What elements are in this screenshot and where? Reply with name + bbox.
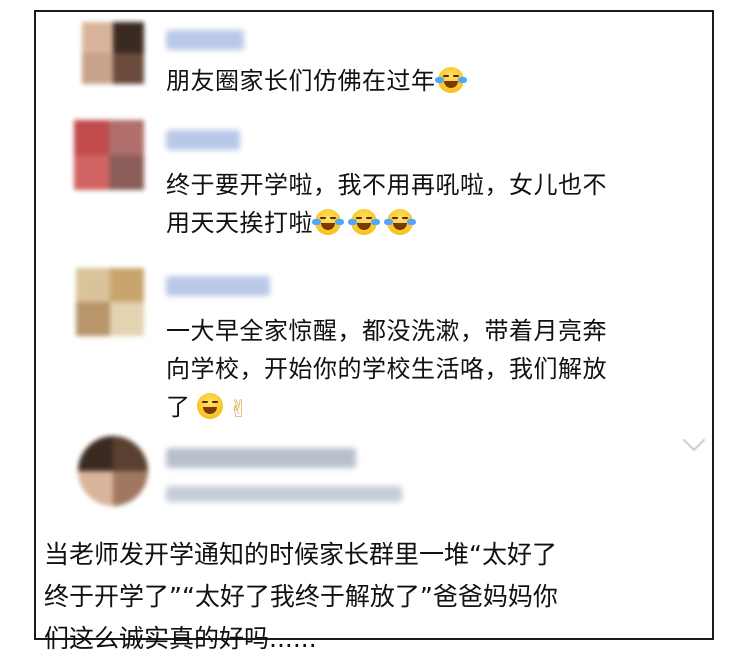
victory-hand-icon: ✌ bbox=[228, 395, 250, 423]
caption-line-1: 当老师发开学通知的时候家长群里一堆“太好了 bbox=[44, 540, 557, 569]
post-caption: 当老师发开学通知的时候家长群里一堆“太好了 终于开学了”“太好了我终于解放了”爸… bbox=[44, 534, 674, 660]
blurred-author-name[interactable] bbox=[166, 448, 356, 468]
caption-line-2: 终于开学了”“太好了我终于解放了”爸爸妈妈你 bbox=[44, 582, 558, 611]
blurred-nickname[interactable] bbox=[166, 130, 240, 150]
comment-2-line-1: 终于要开学啦，我不用再吼啦，女儿也不 bbox=[166, 171, 607, 199]
comment-3-line-2: 向学校，开始你的学校生活咯，我们解放 bbox=[166, 355, 607, 383]
comment-3-line-3: 了 bbox=[166, 393, 191, 421]
laughing-tears-icon bbox=[312, 209, 344, 235]
blurred-nickname[interactable] bbox=[166, 30, 244, 50]
comment-2-line-2: 用天天挨打啦 bbox=[166, 209, 313, 237]
blurred-post-meta bbox=[166, 486, 402, 502]
comment-text: 朋友圈家长们仿佛在过年 bbox=[166, 62, 467, 100]
comment-1-text: 朋友圈家长们仿佛在过年 bbox=[166, 67, 436, 95]
avatar[interactable] bbox=[82, 22, 144, 84]
blurred-nickname[interactable] bbox=[166, 276, 270, 296]
comment-3-line-1: 一大早全家惊醒，都没洗漱，带着月亮奔 bbox=[166, 317, 607, 345]
comment-text: 一大早全家惊醒，都没洗漱，带着月亮奔 向学校，开始你的学校生活咯，我们解放 了 ✌ bbox=[166, 312, 607, 428]
laughing-tears-icon bbox=[384, 209, 416, 235]
avatar[interactable] bbox=[78, 436, 148, 506]
comment-text: 终于要开学啦，我不用再吼啦，女儿也不 用天天挨打啦 bbox=[166, 166, 607, 242]
laughing-tears-icon bbox=[434, 67, 467, 93]
laughing-tears-icon bbox=[348, 209, 380, 235]
grinning-icon bbox=[196, 393, 223, 419]
avatar[interactable] bbox=[76, 268, 144, 336]
avatar[interactable] bbox=[74, 120, 144, 190]
